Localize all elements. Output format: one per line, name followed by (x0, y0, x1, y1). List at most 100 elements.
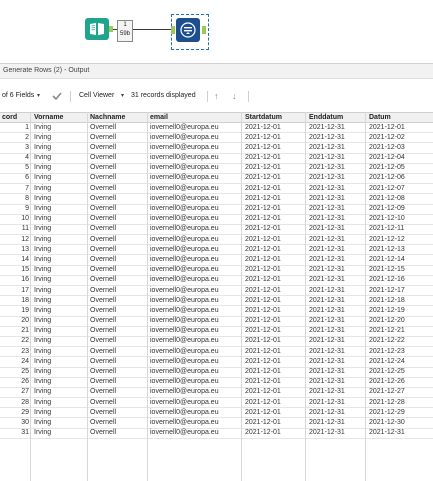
grid-body: 1 Irving Overnell iovernell0@europa.eu 2021-… (0, 123, 433, 439)
table-row[interactable]: 11 Irving Overnell iovernell0@europa.eu 2021… (0, 225, 433, 236)
nachname-cell: Overnell (90, 306, 117, 314)
connection-count: 1 (123, 22, 127, 28)
table-row[interactable]: 17 Irving Overnell iovernell0@europa.eu 2021… (0, 286, 433, 297)
startdatum-cell: 2021-12-01 (245, 368, 281, 375)
table-row[interactable]: 2 Irving Overnell iovernell0@europa.eu 2021-… (0, 133, 433, 144)
vorname-cell: Irving (34, 255, 52, 263)
table-row[interactable]: 9 Irving Overnell iovernell0@europa.eu 2021-… (0, 205, 433, 215)
startdatum-cell: 2021-12-01 (245, 205, 281, 212)
vorname-cell: Irving (34, 317, 52, 325)
chevron-down-icon[interactable]: ▾ (121, 92, 124, 99)
table-row[interactable]: 19 Irving Overnell iovernell0@europa.eu 2021… (0, 306, 433, 317)
datum-cell: 2021-12-08 (369, 194, 405, 202)
startdatum-cell: 2021-12-01 (245, 347, 281, 355)
nachname-cell: Overnell (90, 286, 117, 294)
connection-size: 59b (119, 31, 130, 37)
chevron-down-icon[interactable]: ▾ (37, 92, 40, 99)
nachname-cell: Overnell (90, 255, 117, 263)
input-anchor[interactable] (171, 26, 175, 34)
record-cell: 7 (25, 184, 29, 192)
startdatum-cell: 2021-12-01 (245, 235, 281, 243)
output-anchor[interactable] (202, 26, 206, 34)
vorname-cell: Irving (34, 194, 52, 202)
startdatum-cell: 2021-12-01 (245, 337, 281, 345)
email-cell: iovernell0@europa.eu (150, 123, 219, 131)
table-row[interactable]: 27 Irving Overnell iovernell0@europa.eu 2021… (0, 388, 433, 399)
vorname-cell: Irving (34, 327, 52, 335)
vorname-cell: Irving (34, 205, 52, 212)
nachname-cell: Overnell (90, 143, 117, 151)
table-row[interactable]: 24 Irving Overnell iovernell0@europa.eu 2021… (0, 357, 433, 368)
startdatum-header[interactable]: Startdatum (245, 114, 282, 121)
results-grid[interactable]: cord Vorname Nachname email Startdatum Enddat… (0, 112, 433, 439)
vorname-cell: Irving (34, 276, 52, 284)
record-cell: 15 (21, 266, 29, 274)
enddatum-cell: 2021-12-31 (309, 133, 345, 141)
table-row[interactable]: 7 Irving Overnell iovernell0@europa.eu 2021-… (0, 184, 433, 195)
email-header[interactable]: email (150, 114, 168, 121)
startdatum-cell: 2021-12-01 (245, 266, 281, 274)
column-divider (365, 112, 366, 481)
startdatum-cell: 2021-12-01 (245, 184, 281, 192)
fields-selector[interactable]: of 6 Fields (2, 92, 34, 99)
table-row[interactable]: 21 Irving Overnell iovernell0@europa.eu 2021… (0, 327, 433, 337)
enddatum-cell: 2021-12-31 (309, 225, 345, 233)
table-row[interactable]: 5 Irving Overnell iovernell0@europa.eu 2021-… (0, 164, 433, 174)
table-row[interactable]: 1 Irving Overnell iovernell0@europa.eu 2021-… (0, 123, 433, 134)
table-row[interactable]: 29 Irving Overnell iovernell0@europa.eu 2021… (0, 408, 433, 419)
table-row[interactable]: 12 Irving Overnell iovernell0@europa.eu 2021… (0, 235, 433, 246)
enddatum-cell: 2021-12-31 (309, 215, 345, 223)
datum-cell: 2021-12-18 (369, 296, 405, 304)
table-row[interactable]: 26 Irving Overnell iovernell0@europa.eu 2021… (0, 378, 433, 388)
table-row[interactable]: 30 Irving Overnell iovernell0@europa.eu 2021… (0, 418, 433, 429)
table-row[interactable]: 4 Irving Overnell iovernell0@europa.eu 2021-… (0, 154, 433, 164)
nachname-cell: Overnell (90, 429, 117, 437)
table-row[interactable]: 28 Irving Overnell iovernell0@europa.eu 2021… (0, 398, 433, 409)
table-row[interactable]: 22 Irving Overnell iovernell0@europa.eu 2021… (0, 337, 433, 348)
email-cell: iovernell0@europa.eu (150, 143, 219, 151)
email-cell: iovernell0@europa.eu (150, 418, 219, 426)
enddatum-header[interactable]: Enddatum (309, 114, 343, 121)
arrow-down-icon[interactable]: ↓ (232, 91, 237, 101)
vorname-header[interactable]: Vorname (34, 114, 63, 121)
table-row[interactable]: 25 Irving Overnell iovernell0@europa.eu 2021… (0, 368, 433, 378)
toolbar-divider (70, 91, 71, 102)
record-cell: 8 (25, 194, 29, 202)
records-count: 31 records displayed (131, 92, 196, 99)
text-input-tool[interactable] (85, 18, 109, 40)
nachname-cell: Overnell (90, 164, 117, 172)
table-row[interactable]: 23 Irving Overnell iovernell0@europa.eu 2021… (0, 347, 433, 358)
table-row[interactable]: 10 Irving Overnell iovernell0@europa.eu 2021… (0, 215, 433, 225)
nachname-cell: Overnell (90, 368, 117, 375)
enddatum-cell: 2021-12-31 (309, 306, 345, 314)
nachname-cell: Overnell (90, 133, 117, 141)
table-row[interactable]: 13 Irving Overnell iovernell0@europa.eu 2021… (0, 245, 433, 256)
nachname-header[interactable]: Nachname (90, 114, 125, 121)
table-row[interactable]: 16 Irving Overnell iovernell0@europa.eu 2021… (0, 276, 433, 286)
vorname-cell: Irving (34, 296, 52, 304)
record-cell: 3 (25, 143, 29, 151)
startdatum-cell: 2021-12-01 (245, 398, 281, 406)
record-header[interactable]: cord (2, 114, 17, 121)
cell-viewer-selector[interactable]: Cell Viewer (79, 92, 114, 99)
record-cell: 2 (25, 133, 29, 141)
generate-rows-tool[interactable] (176, 18, 200, 42)
workflow-canvas[interactable]: 1 59b (0, 0, 433, 62)
table-row[interactable]: 20 Irving Overnell iovernell0@europa.eu 2021… (0, 317, 433, 327)
arrow-up-icon[interactable]: ↑ (214, 91, 219, 101)
table-row[interactable]: 6 Irving Overnell iovernell0@europa.eu 2021-… (0, 174, 433, 185)
datum-header[interactable]: Datum (369, 114, 391, 121)
table-row[interactable]: 3 Irving Overnell iovernell0@europa.eu 2021-… (0, 143, 433, 154)
table-row[interactable]: 31 Irving Overnell iovernell0@europa.eu 2021… (0, 429, 433, 439)
startdatum-cell: 2021-12-01 (245, 357, 281, 365)
checkmark-icon[interactable] (52, 92, 62, 100)
email-cell: iovernell0@europa.eu (150, 266, 219, 274)
table-row[interactable]: 18 Irving Overnell iovernell0@europa.eu 2021… (0, 296, 433, 307)
table-row[interactable]: 14 Irving Overnell iovernell0@europa.eu 2021… (0, 255, 433, 266)
enddatum-cell: 2021-12-31 (309, 255, 345, 263)
startdatum-cell: 2021-12-01 (245, 174, 281, 182)
nachname-cell: Overnell (90, 296, 117, 304)
email-cell: iovernell0@europa.eu (150, 347, 219, 355)
table-row[interactable]: 8 Irving Overnell iovernell0@europa.eu 2021-… (0, 194, 433, 205)
table-row[interactable]: 15 Irving Overnell iovernell0@europa.eu 2021… (0, 266, 433, 276)
